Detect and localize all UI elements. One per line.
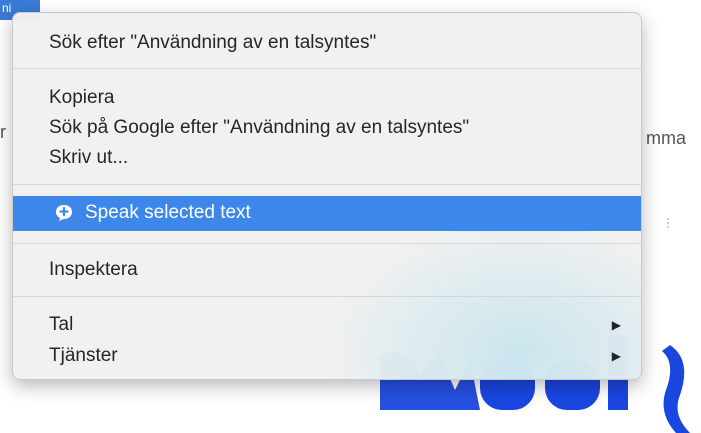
menu-item-speech[interactable]: Tal ▶ xyxy=(13,313,641,337)
menu-separator xyxy=(13,243,641,244)
menu-item-services-label: Tjänster xyxy=(49,345,118,366)
context-menu: Sök efter "Användning av en talsyntes" K… xyxy=(12,12,642,380)
menu-item-copy[interactable]: Kopiera xyxy=(13,86,641,110)
menu-item-speak-selected-text[interactable]: Speak selected text xyxy=(13,196,641,231)
speech-bubble-icon xyxy=(56,205,72,221)
menu-item-print[interactable]: Skriv ut... xyxy=(13,146,641,170)
page-text-fragment-right: mma xyxy=(646,128,686,148)
menu-separator xyxy=(13,296,641,297)
menu-item-speech-label: Tal xyxy=(49,314,74,335)
submenu-arrow-icon: ▶ xyxy=(611,318,621,332)
menu-item-services[interactable]: Tjänster ▶ xyxy=(13,344,641,368)
menu-item-speak-label: Speak selected text xyxy=(85,202,251,223)
menu-separator xyxy=(13,68,641,69)
menu-item-google-search[interactable]: Sök på Google efter "Användning av en ta… xyxy=(13,116,641,140)
menu-item-search-selection[interactable]: Sök efter "Användning av en talsyntes" xyxy=(13,31,641,55)
submenu-arrow-icon: ▶ xyxy=(611,349,621,363)
menu-separator xyxy=(13,184,641,185)
selected-text-fragment: ni xyxy=(2,1,12,15)
page-text-fragment-left: r xyxy=(0,122,6,142)
page-divider xyxy=(667,218,672,228)
menu-item-inspect[interactable]: Inspektera xyxy=(13,258,641,282)
